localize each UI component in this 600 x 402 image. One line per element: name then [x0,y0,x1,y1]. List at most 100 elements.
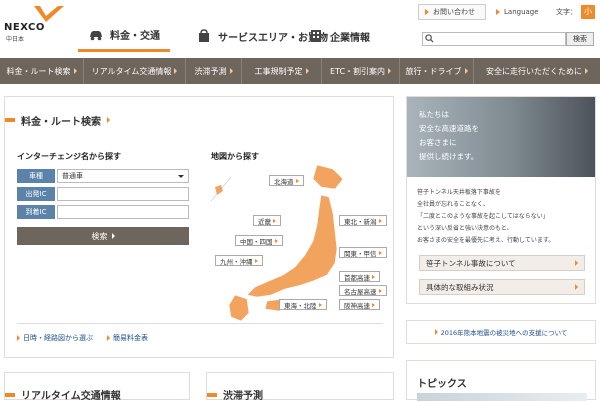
map-heading: 地図から探す [211,152,259,161]
arrow-right-icon [73,68,77,74]
region-kyushu[interactable]: 九州・沖縄 [215,255,263,266]
nav-label: 渋滞予測 [194,66,227,76]
field-label: 到着IC [17,205,55,219]
arrival-ic-row: 到着IC [17,205,189,219]
font-small-button[interactable]: 小 [581,5,595,19]
font-size-control: 文字： 小 [556,4,595,20]
arrow-right-icon [496,9,500,15]
divider [17,323,383,324]
tab-label: 企業情報 [330,32,370,44]
route-links: 日時・経路図から選ぶ 簡易料金表 [17,333,148,343]
tab-corporate[interactable]: 企業情報 [298,20,380,52]
photo-text-line: お客さまに [419,138,457,147]
arrow-right-icon [107,117,110,123]
logo-brand: NEXCO [4,22,45,33]
link-simple-toll-table[interactable]: 簡易料金表 [107,333,148,343]
language-label: Language [504,8,539,16]
nexco-logo[interactable]: NEXCO 中日本 [4,4,68,44]
japan-map: 北海道 東北・新潟 近畿 中国・四国 関東・甲信 九州・沖縄 首都高速 名古屋高… [209,163,387,323]
field-label: 車種 [17,169,55,183]
region-hokkaido[interactable]: 北海道 [269,175,304,186]
sasago-accident-button[interactable]: 笹子トンネル事故について [419,255,585,271]
message-line: 全社員が忘れることなく、 [417,201,489,208]
logo-sub: 中日本 [6,36,25,43]
building-icon [308,29,324,43]
nav-item-construction[interactable]: 工事規制予定 [242,58,322,84]
photo-text-line: 安全な高速道路を [419,124,479,133]
search-button[interactable]: 検索 [566,32,594,46]
arrow-right-icon [17,335,20,341]
link-date-route[interactable]: 日時・経路図から選ぶ [17,333,93,343]
arrow-right-icon [575,284,578,290]
tab-toll-traffic[interactable]: 料金・交通 [78,20,170,52]
nav-item-realtime-traffic[interactable]: リアルタイム交通情報 [84,58,186,84]
region-hanshin[interactable]: 阪神高速 [339,299,380,310]
route-search-title: 料金・ルート検索 [5,113,110,128]
realtime-traffic-card[interactable]: リアルタイム交通情報 [4,372,190,402]
message-line: 「二度とこのような事故を起こしてはならない」 [417,213,549,220]
message-line: お客さまの安全を最優先に考え、行動しています。 [417,237,555,244]
nav-item-congestion[interactable]: 渋滞予測 [186,58,242,84]
chevron-down-icon [178,174,184,178]
safety-message-box: 私たちは 安全な高速道路を お客さまに 提供し続けます。 笹子トンネル天井板落下… [406,96,596,304]
arrow-right-icon [174,68,178,74]
nav-label: ETC・割引案内 [329,66,386,76]
search-icon [425,34,434,43]
vehicle-type-select[interactable]: 普通車 [57,169,189,183]
logo-mark-icon [34,6,64,22]
kumamoto-support-link[interactable]: 2016年熊本地震の被災地への支援について [406,320,596,344]
contact-button[interactable]: お問い合わせ [418,4,486,20]
language-button[interactable]: Language [496,4,546,20]
nav-item-safety[interactable]: 安全に走行いただくために [474,58,600,84]
message-line: という深い反省と強い決意のもと、 [417,225,513,232]
region-tohoku[interactable]: 東北・新潟 [339,215,387,226]
nav-label: 工事規制予定 [254,66,303,76]
arrow-right-icon [585,68,588,74]
message-line: 笹子トンネル天井板落下事故を [417,189,501,196]
route-search-button[interactable]: 検索 [17,227,189,245]
congestion-card[interactable]: 渋滞予測 [206,372,394,402]
shopping-bag-icon [196,29,212,43]
arrow-right-icon [464,68,468,74]
header: NEXCO 中日本 料金・交通 サービスエリア・お買物 企業情報 お問い合わせ … [0,0,600,56]
region-shutoko[interactable]: 首都高速 [339,271,380,282]
initiatives-button[interactable]: 具体的な取組み状況 [419,279,585,295]
nav-label: 旅行・ドライブ [405,66,462,76]
arrival-ic-input[interactable] [57,205,189,219]
site-search: 検索 [422,32,594,46]
tunnel-photo: 私たちは 安全な高速道路を お客さまに 提供し続けます。 [407,97,595,177]
contact-label: お問い合わせ [433,8,475,16]
arrow-right-icon [425,9,429,15]
nav-item-travel[interactable]: 旅行・ドライブ [400,58,474,84]
vehicle-type-row: 車種 普通車 [17,169,189,183]
main-nav: 料金・ルート検索 リアルタイム交通情報 渋滞予測 工事規制予定 ETC・割引案内… [0,58,600,84]
nav-label: リアルタイム交通情報 [91,66,172,76]
photo-text-line: 私たちは [419,110,449,119]
field-label: 出発IC [17,187,55,201]
arrow-right-icon [229,68,233,74]
arrow-right-icon [305,68,309,74]
photo-text-line: 提供し続けます。 [419,152,479,161]
nav-item-route-search[interactable]: 料金・ルート検索 [0,58,84,84]
font-size-label: 文字： [556,8,577,16]
nav-label: 安全に走行いただくために [486,66,582,76]
departure-ic-input[interactable] [57,187,189,201]
arrow-right-icon [107,335,110,341]
nav-label: 料金・ルート検索 [6,66,71,76]
region-tokai-hokuriku[interactable]: 東海・北陸 [279,299,327,310]
arrow-right-icon [434,329,438,335]
search-input[interactable] [422,32,566,46]
region-chugoku-shikoku[interactable]: 中国・四国 [235,235,283,246]
topics-title: トピックス [417,379,467,390]
region-nagoya[interactable]: 名古屋高速 [339,285,387,296]
car-icon [88,28,104,42]
route-search-panel: 料金・ルート検索 インターチェンジ名から探す 車種 普通車 出発IC 到着IC … [4,96,394,358]
region-kinki[interactable]: 近畿 [253,215,281,226]
ic-heading: インターチェンジ名から探す [17,152,121,161]
arrow-right-icon [388,68,392,74]
nav-item-etc-discount[interactable]: ETC・割引案内 [322,58,400,84]
region-kanto[interactable]: 関東・甲信 [339,247,387,258]
arrow-right-icon [111,233,115,239]
topics-box: トピックス [406,360,596,401]
arrow-right-icon [575,260,578,266]
